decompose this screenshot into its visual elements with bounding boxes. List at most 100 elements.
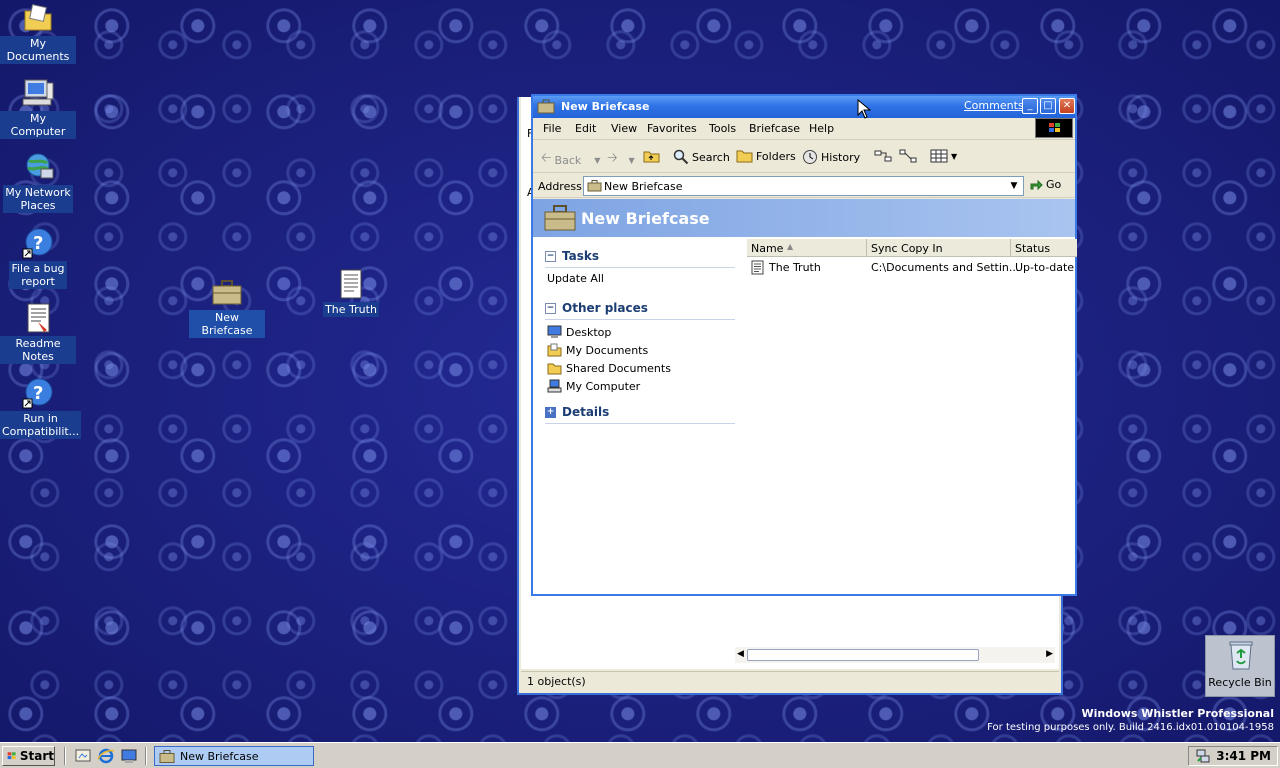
collapse-icon[interactable]: − [545,251,556,262]
desktop-icon-my-computer[interactable]: My Computer [0,77,76,139]
my-computer-icon [22,79,54,106]
minimize-button[interactable]: _ [1022,98,1038,114]
go-arrow-icon [1030,179,1043,190]
other-places-section-header[interactable]: − Other places [545,301,648,315]
menu-help[interactable]: Help [809,122,834,135]
menu-tools[interactable]: Tools [709,122,736,135]
expand-icon[interactable]: + [545,407,556,418]
column-header-status[interactable]: Status [1011,239,1077,257]
banner-title: New Briefcase [581,209,710,228]
desktop-icon-readme-notes[interactable]: Readme Notes [0,302,76,364]
internet-explorer-icon[interactable] [97,748,115,764]
network-places-icon [26,153,54,179]
system-tray: 3:41 PM [1188,746,1278,766]
desktop-icon-my-documents[interactable]: My Documents [0,2,76,64]
mouse-pointer-icon [857,99,871,119]
search-button[interactable]: Search [673,149,730,165]
copy-to-button[interactable] [899,149,917,163]
menu-briefcase[interactable]: Briefcase [749,122,800,135]
desktop-icon-run-in-compatibility[interactable]: ? Run in Compatibilit... [0,377,82,439]
scroll-left-arrow-icon[interactable]: ◀ [737,649,744,659]
windows-logo-icon [1035,118,1073,138]
network-status-icon[interactable] [1195,748,1211,764]
place-my-documents[interactable]: My Documents [547,343,648,357]
desktop-icon-file-a-bug-report[interactable]: ? File a bug report [0,227,76,289]
briefcase-icon [544,205,576,231]
place-shared-documents[interactable]: Shared Documents [547,361,671,375]
desktop-icon-label: File a bug report [9,261,67,289]
explorer-icon[interactable] [120,748,138,764]
folder-banner: New Briefcase [533,199,1075,237]
svg-text:?: ? [33,233,43,254]
divider [545,267,735,268]
copy-to-icon [899,149,917,163]
details-section-header[interactable]: + Details [545,405,609,419]
column-header-sync-copy-in[interactable]: Sync Copy In [867,239,1011,257]
help-shortcut-icon: ? [22,228,53,259]
briefcase-icon [587,180,602,192]
clock[interactable]: 3:41 PM [1216,749,1271,763]
up-folder-icon [643,151,660,163]
cell-name: The Truth [769,261,821,274]
folders-button[interactable]: Folders [736,149,796,163]
views-button[interactable]: ▼ [930,149,957,163]
go-button[interactable]: Go [1029,178,1061,191]
desktop-icon-the-truth[interactable]: The Truth [313,268,389,317]
menu-bar: File Edit View Favorites Tools Briefcase… [533,118,1075,140]
desktop-icon-my-network-places[interactable]: My Network Places [0,151,76,213]
show-desktop-icon[interactable] [74,748,92,764]
desktop-icon-label: Readme Notes [0,336,76,364]
build-watermark-title: Windows Whistler Professional [1081,707,1274,720]
menu-file[interactable]: File [543,122,561,135]
menu-edit[interactable]: Edit [575,122,596,135]
window-titlebar[interactable]: New Briefcase Comments? _ □ ✕ [533,96,1075,118]
desktop-icon-label: Recycle Bin [1208,676,1272,689]
tasks-section-header[interactable]: − Tasks [545,249,599,263]
forward-dropdown-icon[interactable]: ▼ [629,156,635,165]
place-my-computer[interactable]: My Computer [547,379,640,393]
address-input[interactable]: New Briefcase ▼ [583,176,1024,196]
scroll-right-arrow-icon[interactable]: ▶ [1046,649,1053,659]
comments-link[interactable]: Comments? [964,99,1029,112]
forward-button[interactable]: 🡢 ▼ [607,149,635,171]
up-folder-button[interactable] [643,149,660,163]
desktop-icon-label: The Truth [323,302,379,317]
maximize-button[interactable]: □ [1040,98,1056,114]
desktop-icon-label: My Computer [0,111,76,139]
forward-arrow-icon: 🡢 [607,151,618,166]
horizontal-scrollbar[interactable]: ◀ ▶ [735,647,1055,663]
my-documents-icon [24,4,52,31]
taskbar-button-new-briefcase[interactable]: New Briefcase [154,746,314,766]
address-dropdown-icon[interactable]: ▼ [1006,178,1022,194]
task-update-all[interactable]: Update All [547,272,604,285]
file-list: Name ▲ Sync Copy In Status The Truth C:\… [745,237,1077,594]
back-dropdown-icon[interactable]: ▼ [594,156,600,165]
collapse-icon[interactable]: − [545,303,556,314]
briefcase-icon [212,280,242,305]
cell-status: Up-to-date [1015,261,1075,274]
windows-logo-icon [7,752,16,760]
back-button[interactable]: 🡠 Back ▼ [541,149,600,171]
history-button[interactable]: History [802,149,860,165]
scrollbar-thumb[interactable] [747,649,979,661]
move-to-icon [874,150,892,162]
column-header-name[interactable]: Name ▲ [747,239,867,257]
menu-view[interactable]: View [611,122,637,135]
window-title: New Briefcase [561,100,650,113]
views-icon [930,149,948,163]
search-icon [673,149,689,165]
start-button[interactable]: Start [2,746,55,766]
my-computer-icon [547,379,562,393]
place-desktop[interactable]: Desktop [547,325,611,339]
move-to-button[interactable] [874,149,892,163]
taskbar-separator [145,747,147,765]
table-row[interactable]: The Truth C:\Documents and Settin... Up-… [745,259,1075,277]
desktop-icon-recycle-bin[interactable]: Recycle Bin [1205,635,1275,697]
sort-ascending-icon: ▲ [787,242,794,251]
briefcase-window[interactable]: New Briefcase Comments? _ □ ✕ File Edit … [531,94,1077,596]
views-dropdown-icon[interactable]: ▼ [951,152,957,161]
text-document-icon [340,269,362,299]
desktop-icon-new-briefcase[interactable]: New Briefcase [189,276,265,338]
close-button[interactable]: ✕ [1059,98,1075,114]
menu-favorites[interactable]: Favorites [647,122,697,135]
